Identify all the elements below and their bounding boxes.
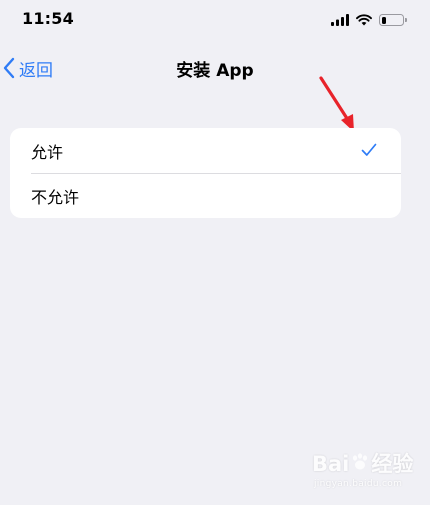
page-title: 安装 App xyxy=(176,61,254,81)
watermark-url: jingyan.baidu.com xyxy=(314,479,403,489)
watermark-brand-right: 经验 xyxy=(371,451,414,476)
watermark-brand-left: Bai xyxy=(312,451,350,476)
paw-icon xyxy=(350,452,370,476)
battery-icon xyxy=(379,14,407,26)
baidu-watermark: Bai 经验 jingyan.baidu.com xyxy=(312,452,413,489)
signal-icon xyxy=(331,11,349,30)
checkmark-icon xyxy=(361,142,377,161)
status-icons xyxy=(331,11,407,30)
option-disallow-label: 不允许 xyxy=(31,187,80,207)
install-app-options: 允许 不允许 xyxy=(10,128,401,218)
navigation-bar: 返回 安装 App xyxy=(0,44,430,92)
battery-level xyxy=(381,16,387,24)
status-bar: 11:54 xyxy=(0,0,430,40)
wifi-icon xyxy=(356,11,372,30)
option-allow[interactable]: 允许 xyxy=(10,128,401,173)
option-disallow[interactable]: 不允许 xyxy=(10,173,401,218)
status-time: 11:54 xyxy=(22,9,74,28)
option-allow-label: 允许 xyxy=(31,142,64,162)
